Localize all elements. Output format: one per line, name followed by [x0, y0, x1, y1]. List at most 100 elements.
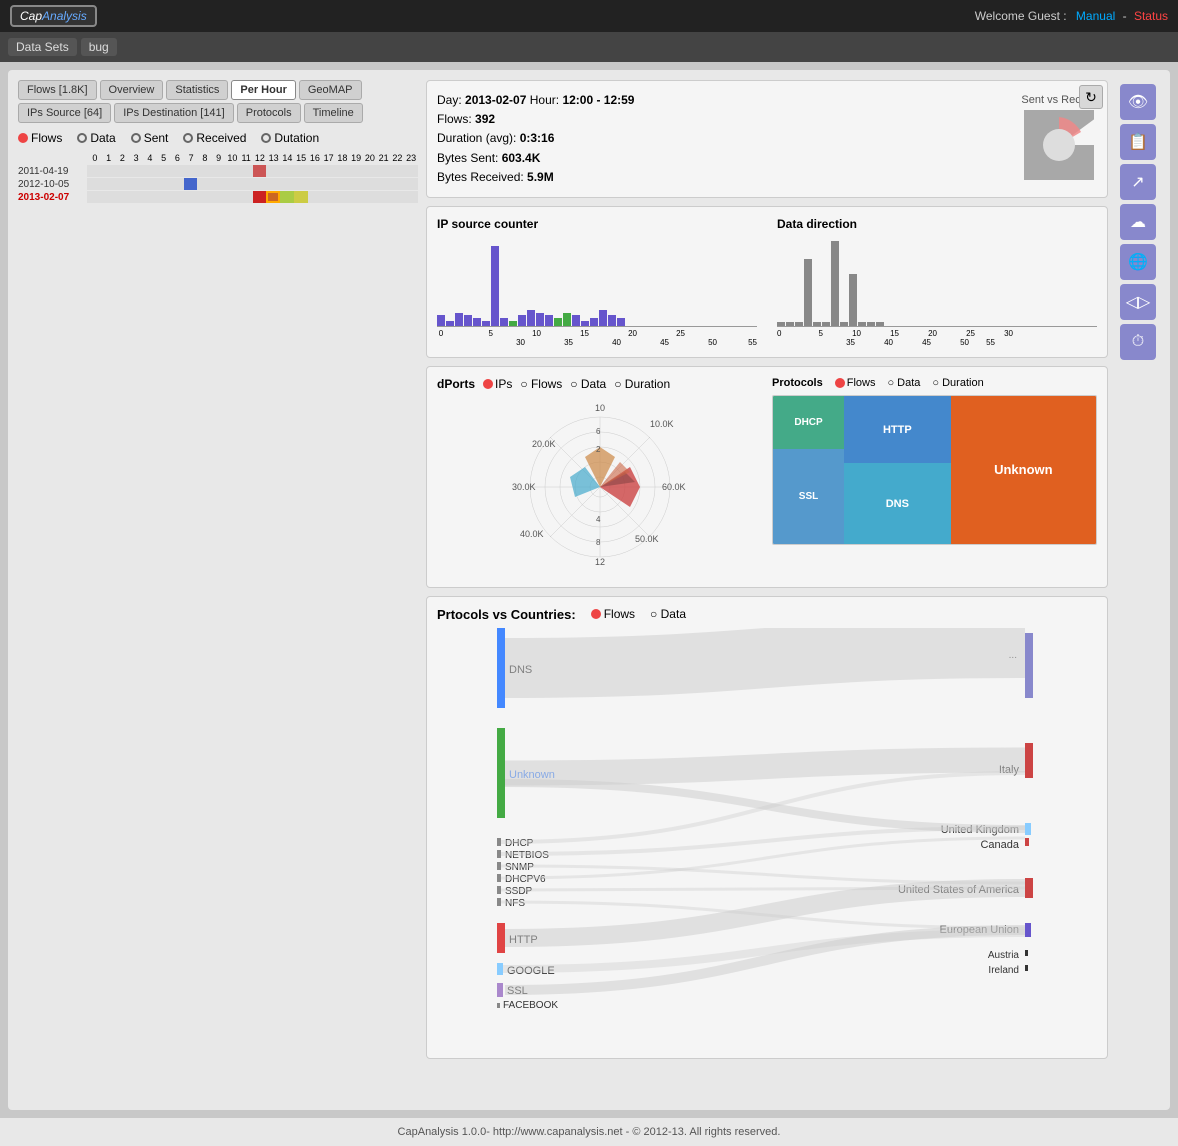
logo-analysis: Analysis: [42, 9, 87, 23]
sankey-diagram: DNS Unknown DHCP NETBIOS SNMP DHCPV6 SSD…: [437, 628, 1097, 1048]
svg-text:Ireland: Ireland: [988, 965, 1019, 976]
filter-data-label: Data: [90, 131, 115, 145]
data-radio-countries[interactable]: ○ Data: [650, 607, 686, 621]
filter-flows-label: Flows: [31, 131, 62, 145]
tab-statistics[interactable]: Statistics: [166, 80, 228, 100]
tab-protocols[interactable]: Protocols: [237, 103, 301, 123]
treemap-http: HTTP: [844, 396, 951, 463]
tab-overview[interactable]: Overview: [100, 80, 164, 100]
share-button[interactable]: ↗: [1120, 164, 1156, 200]
treemap-dns: DNS: [844, 463, 951, 544]
svg-text:FACEBOOK: FACEBOOK: [503, 1000, 558, 1011]
flows-radio-dot: [18, 133, 28, 143]
hour-label: Hour:: [530, 93, 563, 107]
bytes-recv-label: Bytes Received:: [437, 170, 527, 184]
icon-sidebar: 👁 📋 ↗ ☁ 🌐 ◁▷ ⏱: [1116, 80, 1160, 1100]
ip-source-chart: IP source counter: [437, 217, 757, 347]
countries-title: Prtocols vs Countries: Flows ○ Data: [437, 607, 1097, 622]
filter-flows[interactable]: Flows: [18, 131, 62, 145]
svg-text:DHCPV6: DHCPV6: [505, 874, 546, 885]
countries-panel: Prtocols vs Countries: Flows ○ Data DNS: [426, 596, 1108, 1059]
code-button[interactable]: ◁▷: [1120, 284, 1156, 320]
svg-text:12: 12: [594, 557, 604, 567]
svg-text:10: 10: [594, 403, 604, 413]
status-link[interactable]: Status: [1134, 9, 1168, 23]
flows-radio-countries[interactable]: Flows: [591, 607, 635, 621]
proto-duration-radio[interactable]: ○ Duration: [932, 377, 983, 389]
treemap-unknown: Unknown: [951, 396, 1096, 544]
countries-data-label: Data: [661, 607, 686, 621]
header: CapAnalysis Welcome Guest : Manual - Sta…: [0, 0, 1178, 32]
proto-flows-radio[interactable]: Flows: [835, 377, 876, 389]
svg-text:20.0K: 20.0K: [532, 439, 556, 449]
treemap-dhcp: DHCP: [773, 396, 844, 449]
svg-text:6: 6: [596, 427, 601, 436]
footer-text: CapAnalysis 1.0.0- http://www.capanalysi…: [398, 1126, 781, 1138]
logo: CapAnalysis: [10, 5, 97, 27]
globe-button[interactable]: 🌐: [1120, 244, 1156, 280]
logo-cap: Cap: [20, 9, 42, 23]
svg-text:60.0K: 60.0K: [662, 482, 686, 492]
header-user-info: Welcome Guest : Manual - Status: [975, 9, 1168, 23]
duration-label: Duration (avg):: [437, 131, 520, 145]
flows-value: 392: [475, 112, 495, 126]
tab-geomap[interactable]: GeoMAP: [299, 80, 362, 100]
data-direction-title: Data direction: [777, 217, 1097, 231]
filter-sent-label: Sent: [144, 131, 169, 145]
welcome-text: Welcome Guest :: [975, 9, 1067, 23]
filter-dutation[interactable]: Dutation: [261, 131, 319, 145]
svg-text:Austria: Austria: [988, 950, 1020, 961]
hour-value: 12:00 - 12:59: [562, 93, 634, 107]
manual-link[interactable]: Manual: [1076, 9, 1115, 23]
svg-text:30.0K: 30.0K: [512, 482, 536, 492]
svg-text:10.0K: 10.0K: [650, 419, 674, 429]
tab-per-hour[interactable]: Per Hour: [231, 80, 295, 100]
heatmap-row-2013: 2013-02-07: [18, 191, 418, 203]
clock-button[interactable]: ⏱: [1120, 324, 1156, 360]
tab-bar: Flows [1.8K] Overview Statistics Per Hou…: [18, 80, 418, 123]
proto-data-radio[interactable]: ○ Data: [887, 377, 920, 389]
dports-data-radio[interactable]: ○ Data: [570, 377, 606, 391]
heatmap-label-2012: 2012-10-05: [18, 179, 87, 190]
treemap-ssl: SSL: [773, 449, 844, 544]
dutation-radio-dot: [261, 133, 271, 143]
filter-dutation-label: Dutation: [274, 131, 319, 145]
sent-radio-dot: [131, 133, 141, 143]
ports-protocols-row: dPorts IPs ○ Flows ○ Data ○ Duration: [426, 366, 1108, 588]
dports-duration-radio[interactable]: ○ Duration: [614, 377, 670, 391]
filter-received[interactable]: Received: [183, 131, 246, 145]
radio-filter-bar: Flows Data Sent Received Dutation: [18, 131, 418, 145]
countries-label: Prtocols vs Countries:: [437, 607, 576, 622]
eye-button[interactable]: 👁: [1120, 84, 1156, 120]
svg-text:8: 8: [596, 538, 601, 547]
dports-title: dPorts IPs ○ Flows ○ Data ○ Duration: [437, 377, 762, 391]
dports-flows-radio[interactable]: ○ Flows: [520, 377, 562, 391]
tab-ips-source[interactable]: IPs Source [64]: [18, 103, 111, 123]
heatmap-label-2011: 2011-04-19: [18, 166, 87, 177]
file-button[interactable]: 📋: [1120, 124, 1156, 160]
heatmap-row-2012: 2012-10-05: [18, 178, 418, 190]
duration-value: 0:3:16: [520, 131, 555, 145]
right-panel: Day: 2013-02-07 Hour: 12:00 - 12:59 Flow…: [426, 80, 1108, 1100]
dports-section: dPorts IPs ○ Flows ○ Data ○ Duration: [437, 377, 762, 577]
heatmap: 0 1 2 3 4 5 6 7 8 9 10 11 12 13 14 15 16…: [18, 153, 418, 203]
data-direction-chart: Data direction 0 5: [777, 217, 1097, 347]
cloud-button[interactable]: ☁: [1120, 204, 1156, 240]
footer: CapAnalysis 1.0.0- http://www.capanalysi…: [0, 1118, 1178, 1146]
nav-bug[interactable]: bug: [81, 38, 117, 56]
info-text: Day: 2013-02-07 Hour: 12:00 - 12:59 Flow…: [437, 91, 634, 187]
filter-data[interactable]: Data: [77, 131, 115, 145]
ip-source-title: IP source counter: [437, 217, 757, 231]
tab-flows[interactable]: Flows [1.8K]: [18, 80, 97, 100]
nav-datasets[interactable]: Data Sets: [8, 38, 77, 56]
tab-ips-dest[interactable]: IPs Destination [141]: [114, 103, 234, 123]
reload-button[interactable]: ↻: [1079, 85, 1103, 109]
countries-flows-label: Flows: [604, 607, 635, 621]
heatmap-label-2013: 2013-02-07: [18, 192, 87, 203]
filter-sent[interactable]: Sent: [131, 131, 169, 145]
filter-received-label: Received: [196, 131, 246, 145]
svg-text:4: 4: [596, 515, 601, 524]
dports-ips-radio[interactable]: IPs: [483, 377, 512, 391]
protocols-label: Protocols: [772, 377, 823, 389]
tab-timeline[interactable]: Timeline: [304, 103, 363, 123]
